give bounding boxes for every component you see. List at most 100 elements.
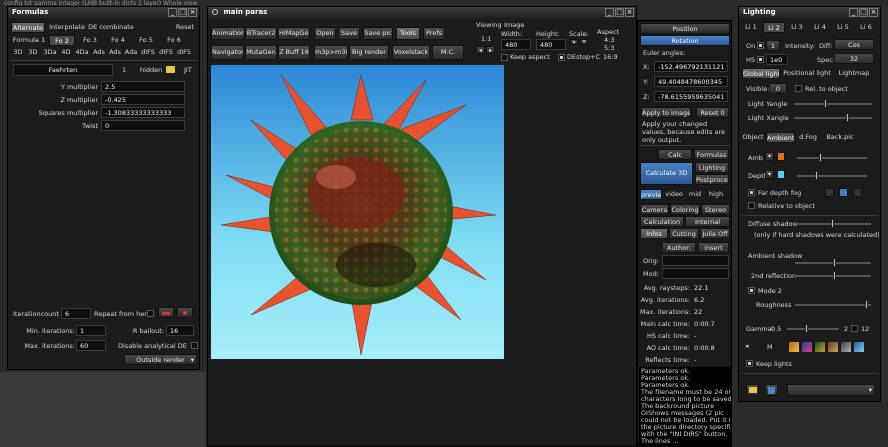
formula-type-ads-b[interactable]: Ads (107, 47, 123, 58)
save-disk-button[interactable] (765, 384, 778, 396)
amb-slider[interactable] (797, 153, 867, 162)
hs-value-field[interactable]: 1e0 (766, 54, 788, 65)
scale-up-button[interactable]: ▴ (570, 39, 578, 45)
tab-lightmap[interactable]: Lightmap (833, 68, 875, 79)
tab-calculation[interactable]: Calculation (640, 216, 684, 227)
formula-type-ads-a[interactable]: Ads (91, 47, 107, 58)
viewing-down-button[interactable]: ◂ (476, 46, 485, 54)
preset-swatch[interactable] (789, 342, 799, 352)
save-pic-button[interactable]: Save pic (363, 27, 393, 40)
rotation-tab[interactable]: Rotation (640, 35, 730, 46)
light-tab-5[interactable]: Li 5 (833, 22, 853, 33)
width-field[interactable]: 480 (501, 39, 531, 50)
quality-mid[interactable]: mid (686, 189, 704, 200)
de-stop-checkbox[interactable] (558, 54, 565, 61)
iteration-count-field[interactable]: 6 (61, 308, 91, 319)
formula-type-4da[interactable]: 4Da (73, 47, 91, 58)
author-button[interactable]: Author: (662, 242, 696, 253)
max-iterations-field[interactable]: 60 (76, 340, 106, 351)
tab-internal[interactable]: Internal (685, 216, 730, 227)
aspect-16-9[interactable]: 16:9 (603, 52, 618, 62)
tab-positional-light[interactable]: Positional light (783, 68, 831, 79)
formula-type-4d[interactable]: 4D (59, 47, 73, 58)
roughness-slider[interactable] (795, 300, 871, 309)
preset-dropdown[interactable]: ▾ (787, 384, 875, 396)
gamma-slider[interactable] (787, 324, 839, 333)
right-scrollbar[interactable] (882, 6, 888, 402)
preset-swatch[interactable] (841, 342, 851, 352)
tab-formula-1[interactable]: Formula 1 (11, 35, 47, 46)
btracer2-button[interactable]: BTracer2 (245, 27, 277, 40)
mutagen-button[interactable]: MutaGen (245, 45, 277, 60)
tab-coloring[interactable]: Coloring (670, 204, 700, 215)
de-combinate-button[interactable]: DE combinate (88, 22, 134, 33)
reset-button[interactable]: Reset (174, 22, 196, 33)
light-xangle-slider[interactable] (794, 113, 872, 122)
prefs-button[interactable]: Prefs (423, 27, 445, 40)
tab-dfog[interactable]: d.Fog (797, 132, 819, 143)
ambient-shadow-slider[interactable] (795, 258, 871, 267)
lighting-titlebar[interactable]: Lighting _ □ × (739, 7, 880, 18)
viewing-up-button[interactable]: ▸ (486, 46, 495, 54)
apply-to-image-button[interactable]: Apply to image (641, 107, 691, 118)
formula-name-field[interactable]: Faehrten (13, 64, 113, 76)
diff-dropdown[interactable]: Cos (834, 39, 874, 50)
scale-down-button[interactable]: ▾ (580, 39, 588, 45)
spec-dropdown[interactable]: 32 (834, 53, 874, 64)
param-z-multiplier-field[interactable]: -0.425 (101, 94, 185, 105)
maximize-icon[interactable]: □ (859, 8, 868, 17)
maximize-icon[interactable]: □ (615, 8, 624, 17)
amb-color-swatch[interactable] (777, 152, 785, 161)
preset-swatch[interactable] (828, 342, 838, 352)
close-icon[interactable]: × (869, 8, 878, 17)
minimize-icon[interactable]: _ (605, 8, 614, 17)
main-titlebar[interactable]: main paras _ □ × (208, 7, 636, 18)
formula-type-3da[interactable]: 3Da (41, 47, 59, 58)
disable-analytical-de-checkbox[interactable] (191, 342, 198, 349)
minimize-icon[interactable]: _ (849, 8, 858, 17)
fog-mode-button-3[interactable] (853, 188, 862, 197)
voxelstack-button[interactable]: Voxelstack (392, 45, 430, 60)
alternate-button[interactable]: Alternate (11, 22, 45, 33)
rel-object-checkbox[interactable] (795, 85, 802, 92)
depth-color-dropdown[interactable]: ▾ (765, 170, 774, 179)
tab-formula-3[interactable]: Fo 3 (78, 35, 102, 46)
fog-mode-button-2[interactable] (839, 188, 848, 197)
mc-button[interactable]: M.C. (432, 45, 464, 60)
amb-color-dropdown[interactable]: ▾ (765, 152, 774, 161)
diffuse-shadow-slider[interactable] (795, 219, 871, 228)
postprocess-button[interactable]: Postprocess (695, 174, 729, 185)
keep-lights-checkbox[interactable] (746, 360, 753, 367)
preset-swatch[interactable] (802, 342, 812, 352)
position-tab[interactable]: Position (640, 23, 730, 34)
formula-type-ada[interactable]: Ada (123, 47, 139, 58)
tab-camera[interactable]: Camera (640, 204, 669, 215)
tab-back-pic[interactable]: Back.pic (824, 132, 856, 143)
m3p-m3i-button[interactable]: m3p>m3i (314, 45, 348, 60)
formula-type-3d-a[interactable]: 3D (11, 47, 25, 58)
preset-swatch[interactable] (815, 342, 825, 352)
animations-button[interactable]: Animations (211, 27, 245, 40)
formulas-button[interactable]: Formulas (694, 149, 729, 160)
outside-render-dropdown[interactable]: Outside render ▾ (124, 354, 197, 365)
preset-swatch[interactable] (854, 342, 864, 352)
open-folder-button[interactable] (746, 384, 759, 396)
min-iterations-field[interactable]: 1 (76, 325, 106, 336)
gamma-checkbox[interactable] (851, 325, 858, 332)
tab-formula-6[interactable]: Fo 6 (162, 35, 186, 46)
formula-type-3d-b[interactable]: 3D (25, 47, 41, 58)
calculate-3d-button[interactable]: Calculate 3D (640, 162, 693, 185)
navigator-button[interactable]: Navigator (211, 45, 244, 60)
light-tab-2[interactable]: Li 2 (763, 22, 785, 33)
tab-formula-2[interactable]: Fo 2 (49, 35, 75, 46)
save-button[interactable]: Save (338, 27, 360, 40)
formula-type-difs-a[interactable]: dIFS (139, 47, 157, 58)
depth-slider[interactable] (797, 171, 867, 180)
message-log[interactable]: Parameters ok. Parameters ok. Parameters… (639, 367, 731, 447)
depth-color-swatch[interactable] (777, 170, 785, 179)
orig-field[interactable] (662, 255, 729, 266)
euler-z-field[interactable]: -78.6155959635041 (654, 91, 728, 102)
keep-aspect-checkbox[interactable] (501, 54, 508, 61)
himapgen-button[interactable]: HiMapGen (278, 27, 310, 40)
left-arrow-icon[interactable]: ◂ (745, 342, 749, 350)
